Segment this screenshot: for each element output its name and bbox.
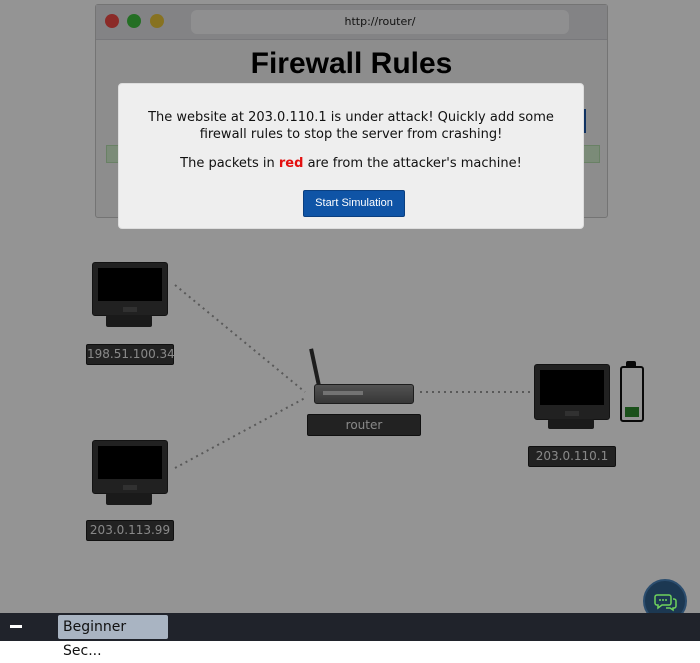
- intro-dialog: The website at 203.0.110.1 is under atta…: [118, 83, 584, 229]
- red-highlight-text: red: [278, 156, 304, 171]
- taskbar: Beginner Sec...: [0, 613, 700, 659]
- dialog-message: The website at 203.0.110.1 is under atta…: [148, 110, 554, 142]
- chat-icon: [654, 594, 677, 612]
- menu-icon[interactable]: [10, 625, 22, 628]
- start-simulation-button[interactable]: Start Simulation: [303, 190, 405, 217]
- taskbar-item[interactable]: Beginner Sec...: [58, 615, 168, 659]
- dialog-hint: The packets in red are from the attacker…: [180, 156, 522, 171]
